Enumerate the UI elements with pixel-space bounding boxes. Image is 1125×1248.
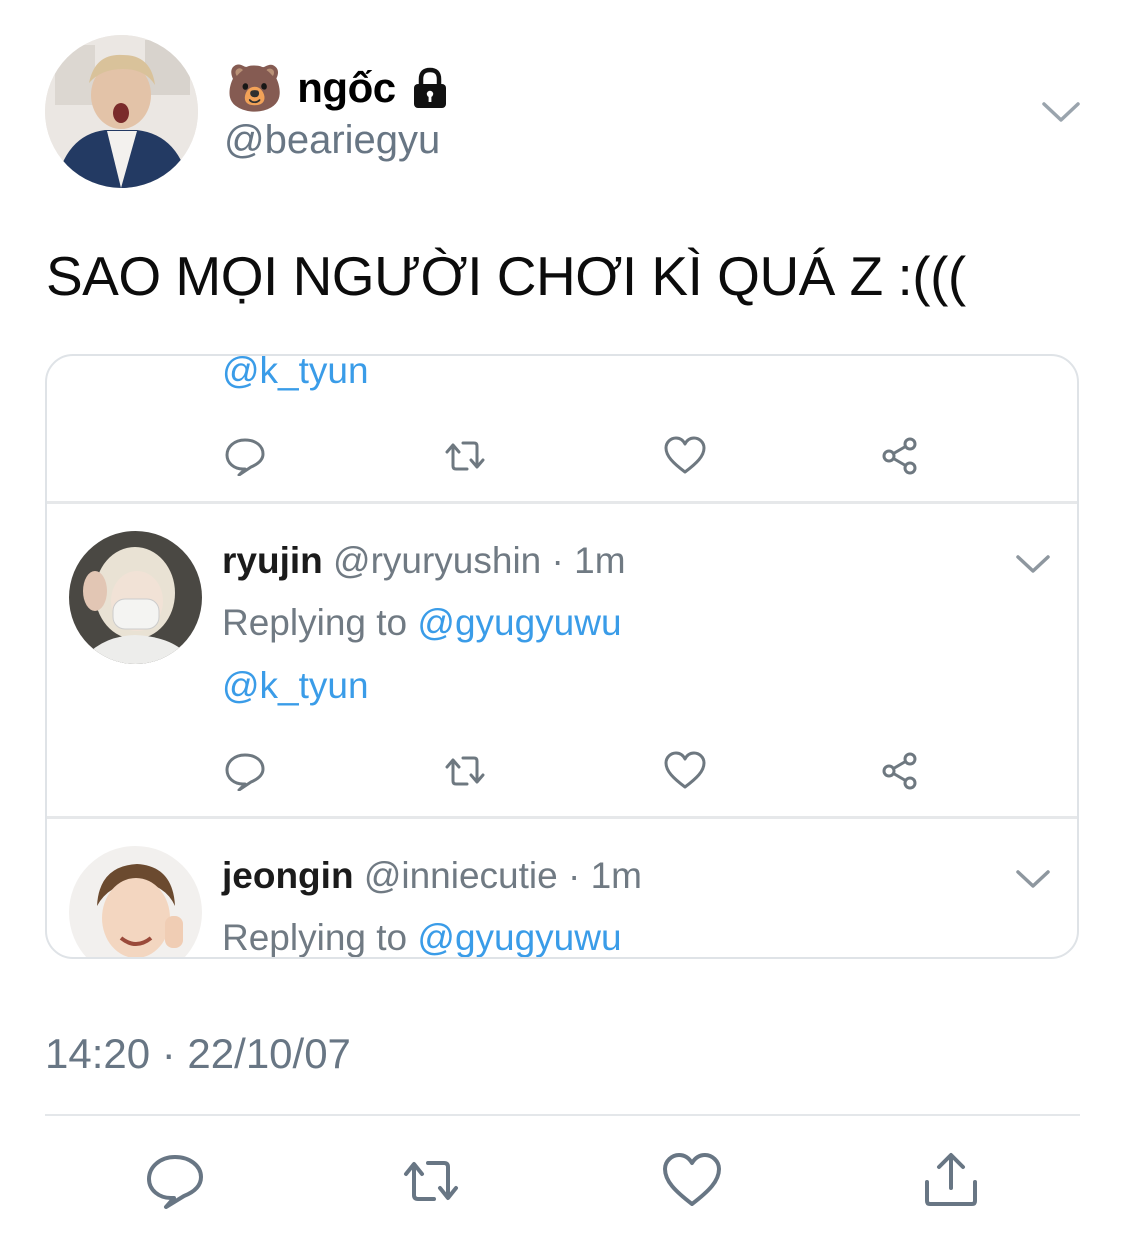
- inner-replying-ryujin: Replying to @gyugyuwu: [222, 602, 622, 644]
- inner-name-ryujin: ryujin: [222, 540, 323, 581]
- bear-emoji: 🐻: [226, 62, 284, 114]
- inner-replying-jeongin: Replying to @gyugyuwu: [222, 917, 622, 958]
- embedded-screenshot[interactable]: @k_tyun ryujin @ryuryushin · 1m Replying…: [45, 354, 1079, 959]
- inner-share-icon: [882, 752, 917, 790]
- inner-replying-label: Replying to: [222, 917, 408, 958]
- inner-replying-label: Replying to: [222, 602, 408, 643]
- inner-avatar-jeongin: [69, 846, 202, 957]
- inner-divider: [47, 501, 1077, 504]
- inner-reply-icon: [225, 438, 265, 476]
- inner-like-icon: [664, 436, 706, 474]
- inner-chevron-down-icon: [1016, 870, 1050, 888]
- reply-icon[interactable]: [144, 1152, 206, 1210]
- share-icon[interactable]: [920, 1150, 982, 1208]
- inner-avatar-ryujin: [69, 531, 202, 664]
- inner-body-ryujin: @k_tyun: [222, 665, 369, 706]
- inner-divider: [47, 816, 1077, 819]
- inner-chevron-down-icon: [1016, 555, 1050, 573]
- author-avatar[interactable]: [45, 35, 198, 188]
- author-name-row[interactable]: 🐻 ngốc: [226, 58, 450, 118]
- inner-share-icon: [882, 437, 917, 475]
- inner-retweet-icon: [445, 441, 485, 471]
- inner-retweet-icon: [445, 756, 485, 786]
- inner-reply-header-jeongin: jeongin @inniecutie · 1m: [222, 855, 642, 897]
- inner-mention-top: @k_tyun: [222, 354, 369, 391]
- lock-icon: [413, 67, 446, 108]
- author-handle[interactable]: @beariegyu: [224, 118, 440, 163]
- inner-like-icon: [664, 751, 706, 789]
- like-icon[interactable]: [661, 1152, 723, 1210]
- tweet-timestamp[interactable]: 14:20 · 22/10/07: [45, 1030, 351, 1078]
- inner-meta-ryujin: @ryuryushin · 1m: [333, 540, 626, 581]
- tweet-text: SAO MỌI NGƯỜI CHƠI KÌ QUÁ Z :(((: [46, 245, 966, 307]
- inner-name-jeongin: jeongin: [222, 855, 354, 896]
- inner-meta-jeongin: @inniecutie · 1m: [363, 855, 642, 896]
- chevron-down-icon[interactable]: [1040, 96, 1082, 126]
- retweet-icon[interactable]: [400, 1152, 462, 1210]
- inner-replying-handle: @gyugyuwu: [417, 917, 622, 958]
- inner-reply-header-ryujin: ryujin @ryuryushin · 1m: [222, 540, 626, 582]
- inner-replying-handle: @gyugyuwu: [417, 602, 622, 643]
- inner-reply-icon: [225, 753, 265, 791]
- action-bar-divider: [45, 1114, 1080, 1116]
- author-display-name: ngốc: [297, 64, 396, 111]
